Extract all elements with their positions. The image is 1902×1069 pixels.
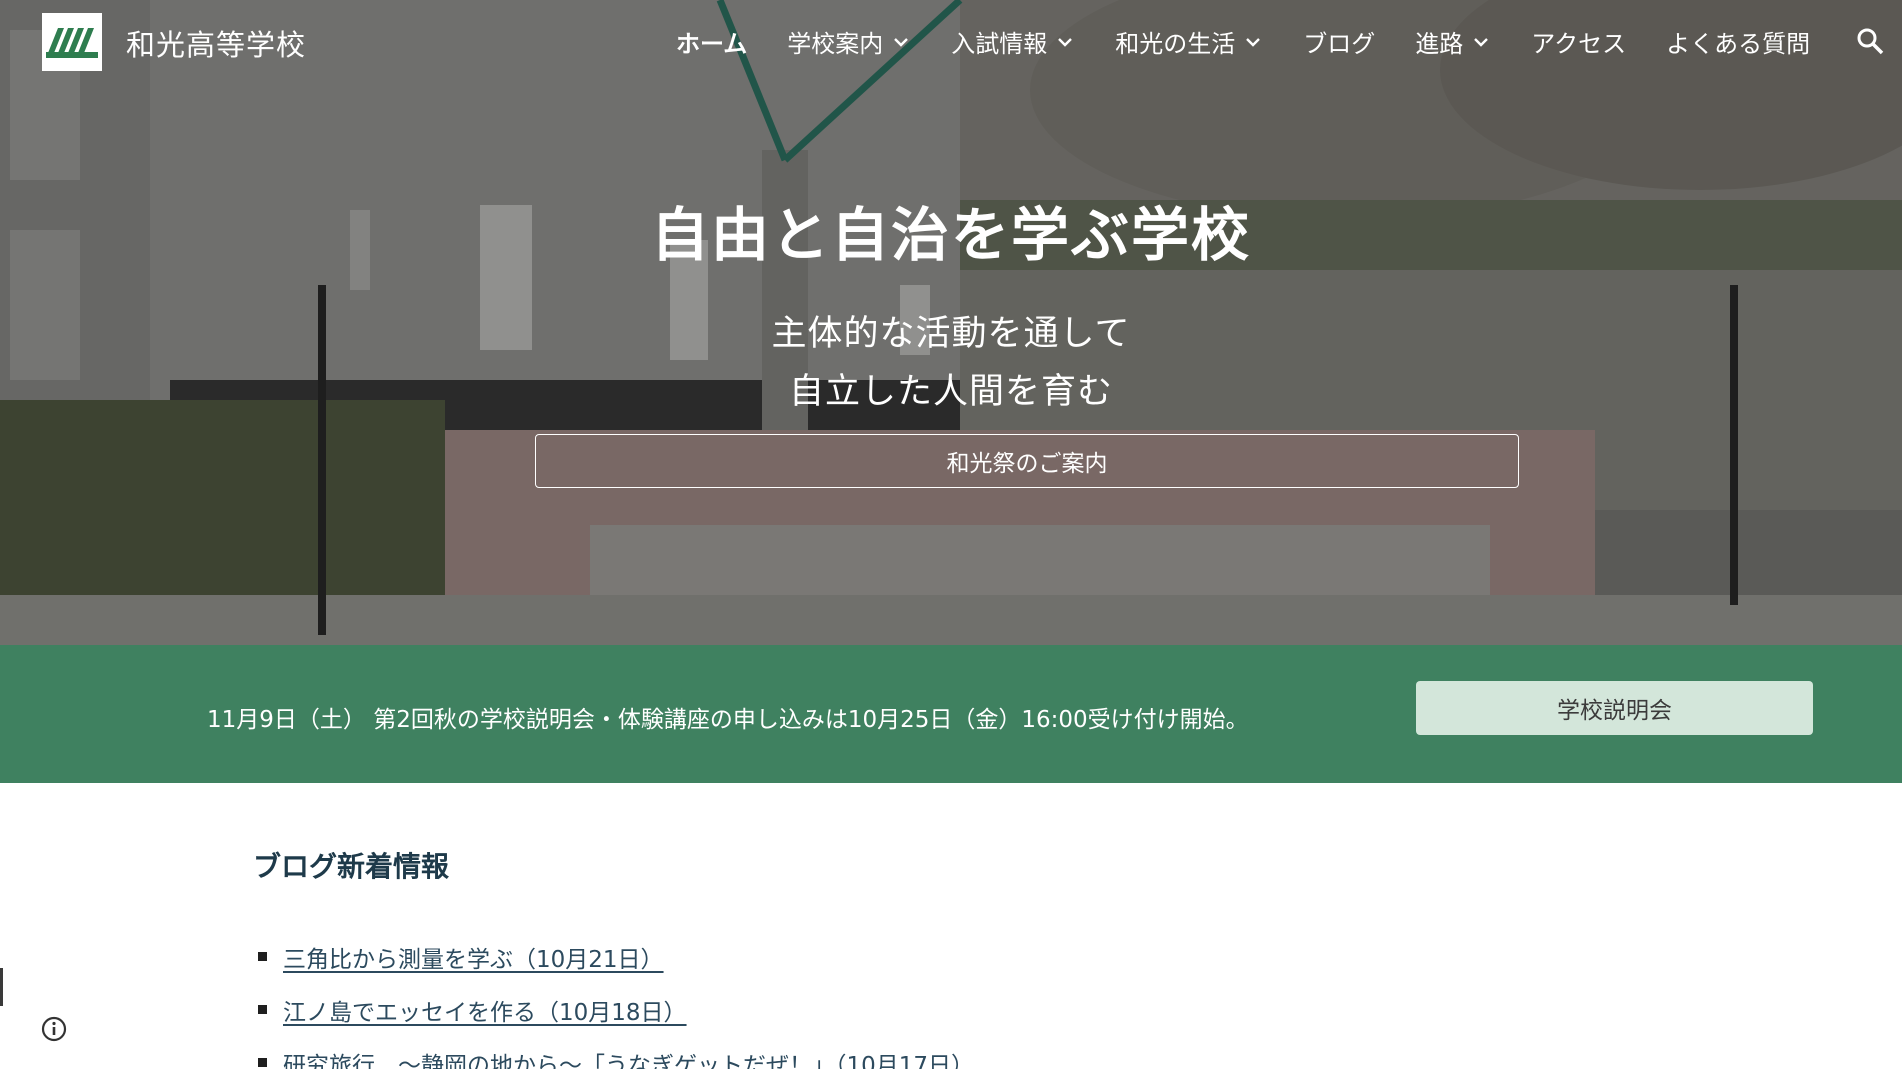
festival-guide-button[interactable]: 和光祭のご案内 [535, 434, 1519, 488]
site-title[interactable]: 和光高等学校 [126, 22, 306, 64]
chevron-down-icon [894, 37, 909, 47]
chevron-down-icon [1246, 37, 1261, 47]
nav-item-label: アクセス [1531, 30, 1627, 58]
nav-item-label: 学校案内 [787, 30, 884, 58]
blog-link[interactable]: 研究旅行 ～静岡の地から～「うなぎゲットだぜ！」（10月17日） [283, 1046, 974, 1069]
nav-item-label: ブログ [1303, 30, 1376, 58]
site-logo[interactable] [42, 13, 102, 71]
logo-mark-icon [44, 22, 100, 62]
nav-item-label: ホーム [676, 30, 748, 58]
hero-subtitle-line2: 自立した人間を育む [788, 372, 1113, 412]
blog-list: 三角比から測量を学ぶ（10月21日） 江ノ島でエッセイを作る（10月18日） 研… [258, 930, 974, 1069]
side-tab[interactable] [0, 968, 3, 1006]
bullet-icon [258, 1058, 267, 1067]
nav-item-admissions[interactable]: 入試情報 [951, 24, 1075, 59]
list-item: 研究旅行 ～静岡の地から～「うなぎゲットだぜ！」（10月17日） [258, 1036, 974, 1069]
nav-item-school-life[interactable]: 和光の生活 [1115, 24, 1263, 59]
chevron-down-icon [1058, 37, 1073, 47]
nav-item-home[interactable]: ホーム [676, 24, 747, 59]
bullet-icon [258, 952, 267, 961]
nav-item-blog[interactable]: ブログ [1303, 24, 1375, 59]
nav-item-faq[interactable]: よくある質問 [1666, 24, 1810, 59]
nav-item-label: 進路 [1415, 30, 1464, 58]
main-nav: ホーム 学校案内 入試情報 和光の生活 ブログ 進路 アクセス よくある質問 [676, 24, 1850, 59]
nav-item-label: 入試情報 [951, 30, 1048, 58]
notice-text: 11月9日（土） 第2回秋の学校説明会・体験講座の申し込みは10月25日（金）1… [207, 707, 1249, 733]
nav-item-label: 和光の生活 [1115, 30, 1236, 58]
blog-link[interactable]: 江ノ島でエッセイを作る（10月18日） [283, 993, 687, 1027]
nav-item-school-info[interactable]: 学校案内 [787, 24, 911, 59]
list-item: 三角比から測量を学ぶ（10月21日） [258, 930, 974, 983]
blog-heading: ブログ新着情報 [253, 850, 450, 883]
hero-subtitle-line1: 主体的な活動を通して [771, 314, 1131, 354]
blog-link[interactable]: 三角比から測量を学ぶ（10月21日） [283, 940, 664, 974]
school-briefing-button[interactable]: 学校説明会 [1416, 681, 1813, 735]
nav-item-access[interactable]: アクセス [1531, 24, 1626, 59]
hero-title: 自由と自治を学ぶ学校 [650, 201, 1251, 269]
info-icon[interactable] [40, 1015, 68, 1043]
nav-item-career[interactable]: 進路 [1415, 24, 1491, 59]
bullet-icon [258, 1005, 267, 1014]
nav-item-label: よくある質問 [1666, 30, 1811, 58]
site-header: 和光高等学校 ホーム 学校案内 入試情報 和光の生活 ブログ 進路 アクセス よ… [0, 0, 1902, 86]
chevron-down-icon [1474, 37, 1489, 47]
search-icon[interactable] [1855, 26, 1885, 56]
list-item: 江ノ島でエッセイを作る（10月18日） [258, 983, 974, 1036]
hero-section: 和光高等学校 ホーム 学校案内 入試情報 和光の生活 ブログ 進路 アクセス よ… [0, 0, 1902, 645]
